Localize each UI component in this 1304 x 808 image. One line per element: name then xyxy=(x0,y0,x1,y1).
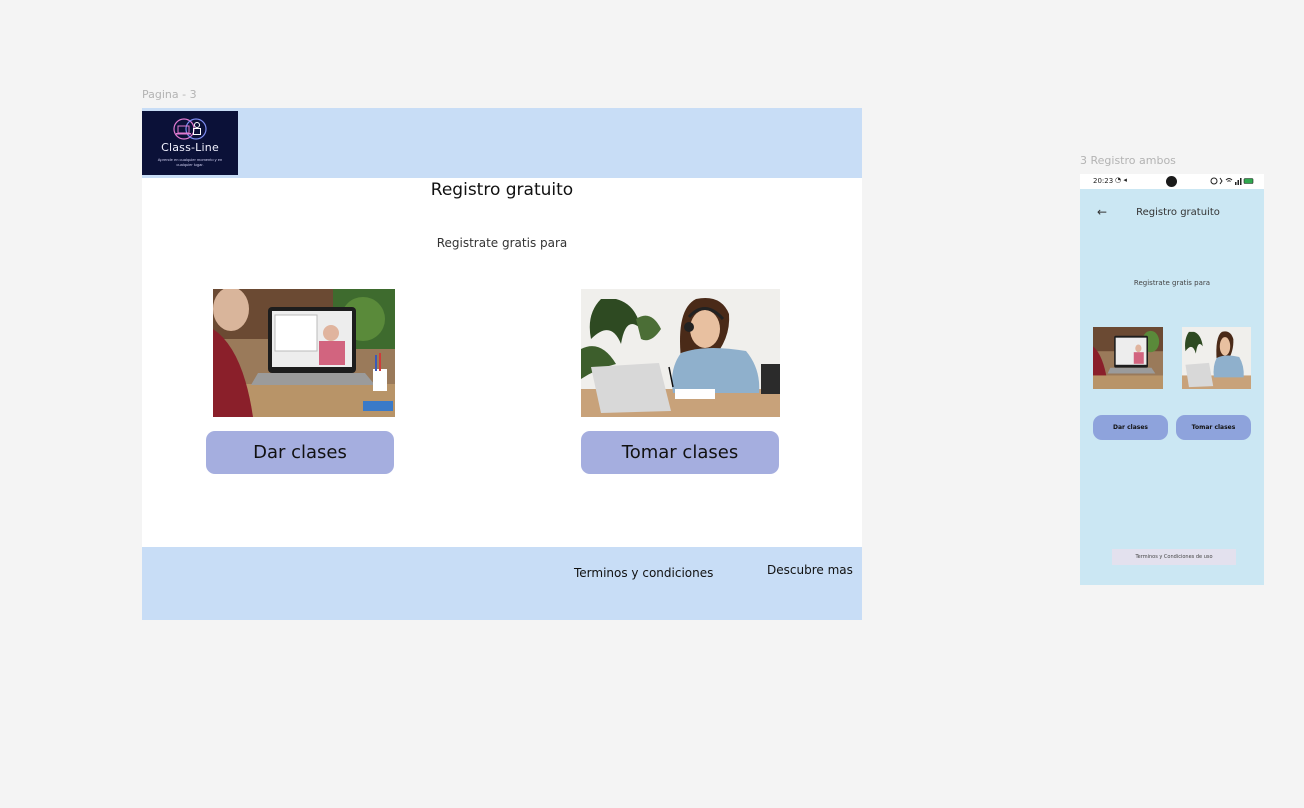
header-band: Class-Line Aprende en cualquier momento … xyxy=(142,108,862,178)
status-system-icons xyxy=(1210,177,1254,187)
mobile-dar-clases-button[interactable]: Dar clases xyxy=(1093,415,1168,440)
frame-label-desktop[interactable]: Pagina - 3 xyxy=(142,88,197,101)
mobile-terms-link[interactable]: Terminos y Condiciones de uso xyxy=(1112,549,1236,565)
status-bar: 20:23 ◔ ◂ xyxy=(1080,174,1264,189)
frame-label-mobile[interactable]: 3 Registro ambos xyxy=(1080,154,1176,167)
camera-cutout xyxy=(1166,176,1177,187)
teacher-laptop-photo xyxy=(213,289,395,417)
student-headset-photo xyxy=(581,289,780,417)
dar-clases-button[interactable]: Dar clases xyxy=(206,431,394,474)
footer-band: Terminos y condiciones Descubre mas xyxy=(142,547,862,620)
desktop-frame: Class-Line Aprende en cualquier momento … xyxy=(142,108,862,620)
tomar-clases-button[interactable]: Tomar clases xyxy=(581,431,779,474)
discover-more-link[interactable]: Descubre mas xyxy=(767,563,853,577)
mobile-title: Registro gratuito xyxy=(1136,207,1220,218)
page-subtitle: Registrate gratis para xyxy=(436,236,568,250)
status-time: 20:23 xyxy=(1093,177,1114,185)
class-line-logo[interactable]: Class-Line Aprende en cualquier momento … xyxy=(142,111,238,175)
mobile-tomar-clases-button[interactable]: Tomar clases xyxy=(1176,415,1251,440)
mobile-subtitle: Registrate gratis para xyxy=(1133,279,1211,287)
logo-mark-icon xyxy=(173,118,207,140)
logo-name: Class-Line xyxy=(161,141,219,154)
terms-link[interactable]: Terminos y condiciones xyxy=(574,566,713,580)
mobile-student-photo xyxy=(1182,327,1251,389)
status-app-icons: ◔ ◂ xyxy=(1115,176,1127,184)
mobile-frame: 20:23 ◔ ◂ ← Registro gratuito Registrate… xyxy=(1080,174,1264,585)
logo-tagline: Aprende en cualquier momento y en cualqu… xyxy=(157,157,223,167)
page-title: Registro gratuito xyxy=(430,180,574,200)
mobile-teacher-photo xyxy=(1093,327,1163,389)
